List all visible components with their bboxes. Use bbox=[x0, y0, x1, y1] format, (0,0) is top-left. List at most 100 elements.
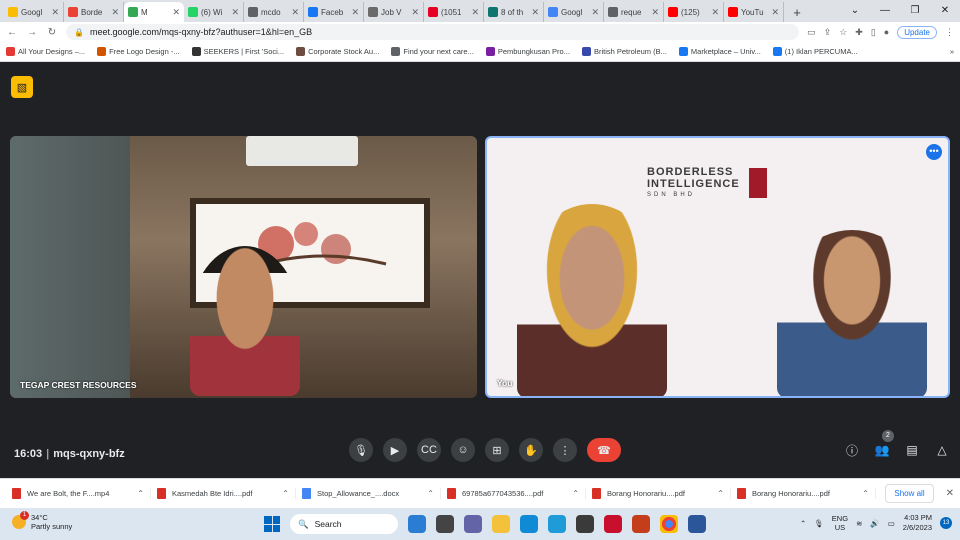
camera-icon[interactable]: ▭ bbox=[807, 27, 816, 38]
update-button[interactable]: Update bbox=[897, 25, 937, 39]
close-tab-icon[interactable]: ✕ bbox=[172, 7, 180, 18]
browser-tab[interactable]: (125) ✕ bbox=[664, 2, 724, 22]
camera-off-icon[interactable]: ▧ bbox=[11, 76, 33, 98]
browser-tab[interactable]: YouTu ✕ bbox=[724, 2, 784, 22]
bookmark-item[interactable]: Marketplace – Univ... bbox=[678, 47, 761, 56]
chevron-down-icon[interactable]: ⌄ bbox=[840, 0, 870, 22]
volume-icon[interactable]: 🔊 bbox=[870, 519, 879, 528]
people-icon[interactable]: 👥 2 bbox=[874, 430, 894, 462]
browser-tab[interactable]: Googl ✕ bbox=[544, 2, 604, 22]
download-item[interactable]: Borang Honorariu....pdf ⌃ bbox=[731, 488, 876, 499]
reload-button[interactable]: ↻ bbox=[46, 27, 58, 38]
browser-tab[interactable]: 8 of th ✕ bbox=[484, 2, 544, 22]
participant-tile-1[interactable]: TEGAP CREST RESOURCES bbox=[10, 136, 477, 398]
end-call-button[interactable]: ☎ bbox=[587, 438, 621, 462]
bookmark-item[interactable]: Find your next care... bbox=[391, 47, 474, 56]
battery-icon[interactable]: ▭ bbox=[888, 519, 895, 528]
forward-button[interactable]: → bbox=[26, 27, 38, 38]
close-window-button[interactable]: ✕ bbox=[930, 0, 960, 22]
chevron-up-icon[interactable]: ⌃ bbox=[572, 489, 579, 498]
download-item[interactable]: Stop_Allowance_....docx ⌃ bbox=[296, 488, 441, 499]
store-icon[interactable] bbox=[576, 515, 594, 533]
taskbar-search[interactable]: 🔍 Search bbox=[290, 514, 398, 534]
close-tab-icon[interactable]: ✕ bbox=[351, 7, 359, 18]
edge-icon[interactable] bbox=[520, 515, 538, 533]
chevron-up-icon[interactable]: ⌃ bbox=[862, 489, 869, 498]
tile-options-button[interactable]: ••• bbox=[926, 144, 942, 160]
chrome-icon[interactable] bbox=[660, 515, 678, 533]
info-icon[interactable]: ⓘ bbox=[844, 438, 860, 462]
close-tab-icon[interactable]: ✕ bbox=[231, 7, 239, 18]
close-tab-icon[interactable]: ✕ bbox=[651, 7, 659, 18]
menu-icon[interactable]: ⋮ bbox=[945, 27, 954, 38]
bookmarks-overflow-icon[interactable]: » bbox=[950, 47, 954, 56]
bing-icon[interactable] bbox=[408, 515, 426, 533]
microphone-button[interactable]: 🎙 bbox=[349, 438, 373, 462]
microphone-tray-icon[interactable]: 🎙 bbox=[814, 519, 824, 528]
minimize-button[interactable]: — bbox=[870, 0, 900, 22]
browser-tab[interactable]: Borde ✕ bbox=[64, 2, 124, 22]
bookmark-star-icon[interactable]: ☆ bbox=[839, 27, 847, 38]
activities-icon[interactable]: △ bbox=[934, 438, 950, 462]
chevron-up-icon[interactable]: ⌃ bbox=[137, 489, 144, 498]
file-explorer-icon[interactable] bbox=[492, 515, 510, 533]
bookmark-item[interactable]: Free Logo Design -... bbox=[97, 47, 180, 56]
weather-widget[interactable]: 1 34°C Partly sunny bbox=[12, 511, 72, 531]
language-indicator[interactable]: ENG US bbox=[832, 514, 848, 532]
tray-chevron-icon[interactable]: ⌃ bbox=[800, 519, 806, 528]
close-tab-icon[interactable]: ✕ bbox=[51, 7, 59, 18]
browser-tab[interactable]: Faceb ✕ bbox=[304, 2, 364, 22]
url-field[interactable]: 🔒 meet.google.com/mqs-qxny-bfz?authuser=… bbox=[66, 24, 800, 40]
close-downloads-icon[interactable]: ✕ bbox=[946, 488, 954, 499]
bookmark-item[interactable]: Pembungkusan Pro... bbox=[485, 47, 570, 56]
camera-button[interactable]: ▶ bbox=[383, 438, 407, 462]
mcafee-icon[interactable] bbox=[604, 515, 622, 533]
close-tab-icon[interactable]: ✕ bbox=[411, 7, 419, 18]
bookmark-item[interactable]: SEEKERS | First 'Soci... bbox=[191, 47, 284, 56]
close-tab-icon[interactable]: ✕ bbox=[471, 7, 479, 18]
close-tab-icon[interactable]: ✕ bbox=[111, 7, 119, 18]
emoji-button[interactable]: ☺ bbox=[451, 438, 475, 462]
notification-badge[interactable]: 13 bbox=[940, 517, 952, 529]
new-tab-button[interactable]: + bbox=[788, 2, 806, 22]
close-tab-icon[interactable]: ✕ bbox=[291, 7, 299, 18]
back-button[interactable]: ← bbox=[6, 27, 18, 38]
chevron-up-icon[interactable]: ⌃ bbox=[717, 489, 724, 498]
extensions-icon[interactable]: ✚ bbox=[855, 27, 863, 38]
chevron-up-icon[interactable]: ⌃ bbox=[427, 489, 434, 498]
captions-button[interactable]: CC bbox=[417, 438, 441, 462]
browser-tab[interactable]: Googl ✕ bbox=[4, 2, 64, 22]
download-item[interactable]: We are Bolt, the F....mp4 ⌃ bbox=[6, 488, 151, 499]
download-item[interactable]: Borang Honorariu....pdf ⌃ bbox=[586, 488, 731, 499]
browser-tab[interactable]: (1051 ✕ bbox=[424, 2, 484, 22]
restore-button[interactable]: ❐ bbox=[900, 0, 930, 22]
bookmark-item[interactable]: All Your Designs –... bbox=[6, 47, 85, 56]
close-tab-icon[interactable]: ✕ bbox=[531, 7, 539, 18]
browser-tab[interactable]: reque ✕ bbox=[604, 2, 664, 22]
profile-avatar[interactable]: ● bbox=[884, 27, 889, 37]
powerpoint-icon[interactable] bbox=[632, 515, 650, 533]
close-tab-icon[interactable]: ✕ bbox=[711, 7, 719, 18]
app-l-icon[interactable] bbox=[548, 515, 566, 533]
chevron-up-icon[interactable]: ⌃ bbox=[282, 489, 289, 498]
show-all-button[interactable]: Show all bbox=[885, 484, 934, 503]
close-tab-icon[interactable]: ✕ bbox=[591, 7, 599, 18]
close-tab-icon[interactable]: ✕ bbox=[771, 7, 779, 18]
download-item[interactable]: Kasmedah Bte Idri....pdf ⌃ bbox=[151, 488, 296, 499]
wifi-icon[interactable]: ≋ bbox=[856, 519, 862, 528]
browser-tab[interactable]: mcdo ✕ bbox=[244, 2, 304, 22]
share-icon[interactable]: ⇪ bbox=[824, 27, 832, 38]
raise-hand-button[interactable]: ✋ bbox=[519, 438, 543, 462]
participant-tile-2[interactable]: BORDERLESS INTELLIGENCE SDN BHD You ••• bbox=[485, 136, 950, 398]
chat-icon[interactable]: ▤ bbox=[904, 438, 920, 462]
browser-tab[interactable]: Job V ✕ bbox=[364, 2, 424, 22]
browser-tab[interactable]: M ✕ bbox=[124, 2, 184, 22]
clock[interactable]: 4:03 PM 2/6/2023 bbox=[903, 513, 932, 533]
word-icon[interactable] bbox=[688, 515, 706, 533]
teams-chat-icon[interactable] bbox=[464, 515, 482, 533]
present-button[interactable]: ⊞ bbox=[485, 438, 509, 462]
bookmark-item[interactable]: British Petroleum (B... bbox=[581, 47, 667, 56]
bookmark-item[interactable]: Corporate Stock Au... bbox=[296, 47, 379, 56]
download-item[interactable]: 69785a677043536....pdf ⌃ bbox=[441, 488, 586, 499]
more-options-button[interactable]: ⋮ bbox=[553, 438, 577, 462]
